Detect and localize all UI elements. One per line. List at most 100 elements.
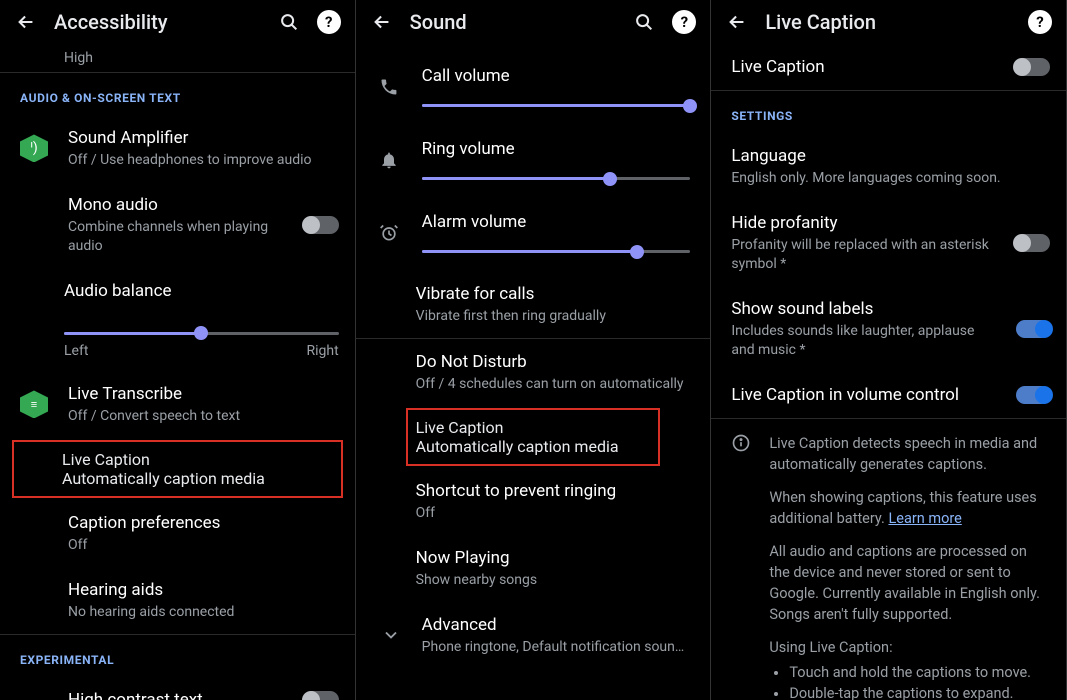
audio-balance-slider[interactable] bbox=[64, 332, 339, 335]
hearing-aids-row[interactable]: Hearing aids No hearing aids connected bbox=[0, 567, 355, 634]
shortcut-ringing-row[interactable]: Shortcut to prevent ringing Off bbox=[356, 468, 711, 535]
live-caption-sub: Automatically caption media bbox=[416, 437, 651, 456]
search-icon[interactable] bbox=[277, 10, 301, 34]
advanced-title: Advanced bbox=[422, 614, 695, 636]
language-title: Language bbox=[731, 145, 1050, 167]
advanced-row[interactable]: Advanced Phone ringtone, Default notific… bbox=[356, 602, 711, 669]
info-p3: All audio and captions are processed on … bbox=[769, 541, 1048, 625]
balance-left-label: Left bbox=[64, 343, 88, 359]
alarm-volume-slider[interactable] bbox=[422, 250, 691, 253]
high-contrast-row[interactable]: High contrast text bbox=[0, 677, 355, 700]
profanity-title: Hide profanity bbox=[731, 212, 1000, 234]
sound-amplifier-sub: Off / Use headphones to improve audio bbox=[68, 151, 339, 170]
dnd-title: Do Not Disturb bbox=[416, 351, 695, 373]
section-settings: SETTINGS bbox=[711, 91, 1066, 133]
language-sub: English only. More languages coming soon… bbox=[731, 169, 1050, 188]
vibrate-title: Vibrate for calls bbox=[416, 283, 695, 305]
page-title: Sound bbox=[410, 10, 617, 34]
now-playing-title: Now Playing bbox=[416, 547, 695, 569]
sound-labels-sub: Includes sounds like laughter, applause … bbox=[731, 322, 1000, 360]
caption-prefs-title: Caption preferences bbox=[68, 512, 339, 534]
hearing-aids-title: Hearing aids bbox=[68, 579, 339, 601]
info-p2: When showing captions, this feature uses… bbox=[769, 487, 1048, 529]
profanity-sub: Profanity will be replaced with an aster… bbox=[731, 236, 1000, 274]
topbar-live-caption: Live Caption ? bbox=[711, 0, 1066, 44]
ring-volume-row[interactable]: Ring volume bbox=[356, 113, 711, 186]
help-icon[interactable]: ? bbox=[672, 10, 696, 34]
now-playing-row[interactable]: Now Playing Show nearby songs bbox=[356, 535, 711, 602]
vibrate-calls-row[interactable]: Vibrate for calls Vibrate first then rin… bbox=[356, 271, 711, 338]
live-transcribe-row[interactable]: ≡ Live Transcribe Off / Convert speech t… bbox=[0, 371, 355, 438]
advanced-sub: Phone ringtone, Default notification sou… bbox=[422, 638, 695, 657]
sound-labels-row[interactable]: Show sound labels Includes sounds like l… bbox=[711, 286, 1066, 372]
mono-audio-toggle[interactable] bbox=[305, 216, 339, 234]
learn-more-link[interactable]: Learn more bbox=[888, 510, 961, 527]
call-volume-row[interactable]: Call volume bbox=[356, 44, 711, 113]
ear-icon: ᑊ) bbox=[20, 134, 48, 162]
alarm-icon bbox=[376, 223, 402, 243]
language-row[interactable]: Language English only. More languages co… bbox=[711, 133, 1066, 200]
phone-icon bbox=[376, 77, 402, 97]
live-caption-sub: Automatically caption media bbox=[62, 469, 333, 488]
sound-amplifier-row[interactable]: ᑊ) Sound Amplifier Off / Use headphones … bbox=[0, 115, 355, 182]
mono-audio-title: Mono audio bbox=[68, 194, 289, 216]
live-caption-title: Live Caption bbox=[416, 418, 651, 437]
page-title: Accessibility bbox=[54, 10, 261, 34]
mono-audio-row[interactable]: Mono audio Combine channels when playing… bbox=[0, 182, 355, 268]
dnd-sub: Off / 4 schedules can turn on automatica… bbox=[416, 375, 695, 394]
live-caption-title: Live Caption bbox=[62, 450, 333, 469]
topbar-sound: Sound ? bbox=[356, 0, 711, 44]
volume-control-toggle[interactable] bbox=[1016, 386, 1050, 404]
master-title: Live Caption bbox=[731, 56, 1000, 78]
balance-right-label: Right bbox=[306, 343, 338, 359]
ring-volume-slider[interactable] bbox=[422, 177, 691, 180]
live-caption-highlighted-row[interactable]: Live Caption Automatically caption media bbox=[12, 440, 343, 498]
call-volume-slider[interactable] bbox=[422, 104, 691, 107]
transcribe-icon: ≡ bbox=[20, 390, 48, 418]
audio-balance-row[interactable]: Audio balance Left Right bbox=[0, 268, 355, 371]
alarm-volume-label: Alarm volume bbox=[422, 212, 691, 232]
shortcut-sub: Off bbox=[416, 504, 695, 523]
bell-icon bbox=[376, 150, 402, 170]
sound-labels-title: Show sound labels bbox=[731, 298, 1000, 320]
sound-labels-toggle[interactable] bbox=[1016, 320, 1050, 338]
mono-audio-sub: Combine channels when playing audio bbox=[68, 218, 289, 256]
back-arrow-icon[interactable] bbox=[725, 10, 749, 34]
back-arrow-icon[interactable] bbox=[370, 10, 394, 34]
chevron-down-icon bbox=[376, 625, 406, 645]
live-transcribe-title: Live Transcribe bbox=[68, 383, 339, 405]
info-icon bbox=[729, 433, 753, 700]
volume-ctrl-title: Live Caption in volume control bbox=[731, 384, 1000, 406]
partial-prev-item: High bbox=[0, 44, 355, 72]
live-caption-master-toggle[interactable] bbox=[1016, 58, 1050, 76]
shortcut-title: Shortcut to prevent ringing bbox=[416, 480, 695, 502]
search-icon[interactable] bbox=[632, 10, 656, 34]
info-bullet-2: Double-tap the captions to expand. bbox=[789, 683, 1048, 700]
dnd-row[interactable]: Do Not Disturb Off / 4 schedules can tur… bbox=[356, 339, 711, 406]
caption-prefs-row[interactable]: Caption preferences Off bbox=[0, 500, 355, 567]
topbar-accessibility: Accessibility ? bbox=[0, 0, 355, 44]
info-section: Live Caption detects speech in media and… bbox=[711, 419, 1066, 700]
high-contrast-toggle[interactable] bbox=[305, 691, 339, 700]
help-icon[interactable]: ? bbox=[1028, 10, 1052, 34]
now-playing-sub: Show nearby songs bbox=[416, 571, 695, 590]
help-icon[interactable]: ? bbox=[317, 10, 341, 34]
call-volume-label: Call volume bbox=[422, 66, 691, 86]
section-experimental: EXPERIMENTAL bbox=[0, 635, 355, 677]
high-contrast-title: High contrast text bbox=[68, 689, 289, 700]
caption-prefs-sub: Off bbox=[68, 536, 339, 555]
live-caption-highlighted-row[interactable]: Live Caption Automatically caption media bbox=[406, 408, 661, 466]
vibrate-sub: Vibrate first then ring gradually bbox=[416, 307, 695, 326]
info-p1: Live Caption detects speech in media and… bbox=[769, 433, 1048, 475]
hide-profanity-toggle[interactable] bbox=[1016, 234, 1050, 252]
live-caption-master-row[interactable]: Live Caption bbox=[711, 44, 1066, 90]
sound-amplifier-title: Sound Amplifier bbox=[68, 127, 339, 149]
live-transcribe-sub: Off / Convert speech to text bbox=[68, 407, 339, 426]
alarm-volume-row[interactable]: Alarm volume bbox=[356, 186, 711, 271]
info-p4: Using Live Caption: bbox=[769, 637, 1048, 658]
page-title: Live Caption bbox=[765, 10, 1012, 34]
hide-profanity-row[interactable]: Hide profanity Profanity will be replace… bbox=[711, 200, 1066, 286]
back-arrow-icon[interactable] bbox=[14, 10, 38, 34]
volume-control-row[interactable]: Live Caption in volume control bbox=[711, 372, 1066, 418]
hearing-aids-sub: No hearing aids connected bbox=[68, 603, 339, 622]
